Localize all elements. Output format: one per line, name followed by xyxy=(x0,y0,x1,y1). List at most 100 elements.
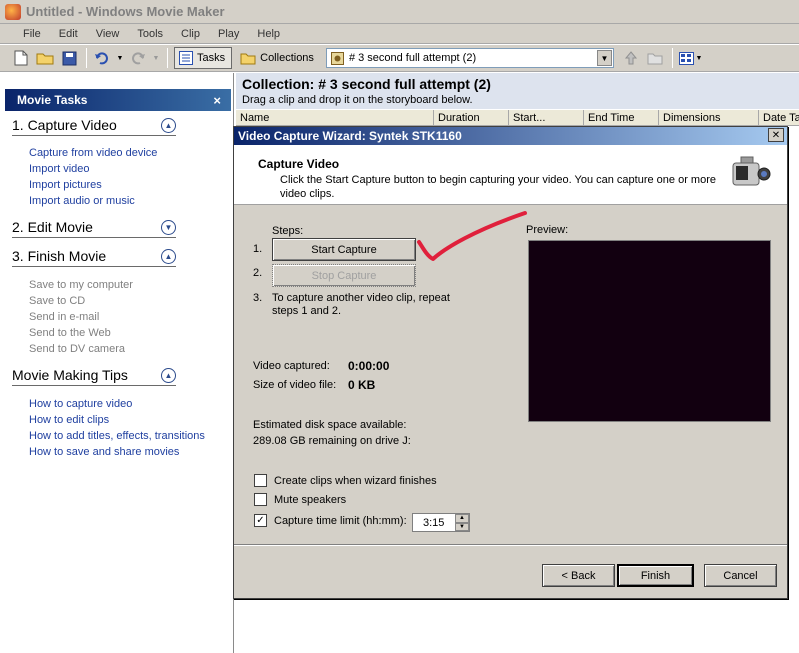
collection-title: Collection: # 3 second full attempt (2) xyxy=(242,76,491,92)
disk-space-value: 289.08 GB remaining on drive J: xyxy=(253,435,411,447)
time-limit-option[interactable]: ✓ Capture time limit (hh:mm): xyxy=(254,514,407,527)
section-title: Movie Making Tips xyxy=(12,367,128,383)
column-header-dimensions[interactable]: Dimensions xyxy=(659,110,759,126)
create-clips-label: Create clips when wizard finishes xyxy=(274,474,437,487)
collection-header: Collection: # 3 second full attempt (2) … xyxy=(236,73,799,109)
start-capture-button[interactable]: Start Capture xyxy=(272,238,416,261)
link-save-to-cd[interactable]: Save to CD xyxy=(29,293,133,309)
cancel-button[interactable]: Cancel xyxy=(704,564,777,587)
link-import-video[interactable]: Import video xyxy=(29,161,157,177)
link-save-to-computer[interactable]: Save to my computer xyxy=(29,277,133,293)
views-grid-icon xyxy=(679,51,695,65)
back-button[interactable]: < Back xyxy=(542,564,615,587)
wizard-footer-separator xyxy=(234,544,787,546)
capture-video-links: Capture from video device Import video I… xyxy=(29,145,157,209)
menu-play[interactable]: Play xyxy=(209,28,248,40)
undo-dropdown[interactable]: ▼ xyxy=(115,47,125,69)
finish-button[interactable]: Finish xyxy=(617,564,694,587)
collapse-chevron-icon[interactable]: ▲ xyxy=(161,117,176,133)
stepper-down-icon[interactable]: ▼ xyxy=(455,522,469,531)
step3-instruction: To capture another video clip, repeat st… xyxy=(272,292,450,317)
video-camera-icon xyxy=(732,156,771,186)
stepper-up-icon[interactable]: ▲ xyxy=(455,514,469,523)
section-title: 1. Capture Video xyxy=(12,117,117,133)
menu-edit[interactable]: Edit xyxy=(50,28,87,40)
expand-chevron-icon[interactable]: ▼ xyxy=(161,219,176,235)
save-disk-icon xyxy=(62,51,76,65)
menu-file[interactable]: File xyxy=(14,28,50,40)
column-header-duration[interactable]: Duration xyxy=(434,110,509,126)
link-how-edit[interactable]: How to edit clips xyxy=(29,412,205,428)
menu-clip[interactable]: Clip xyxy=(172,28,209,40)
views-button[interactable]: ▼ xyxy=(677,47,705,69)
section-edit-movie[interactable]: 2. Edit Movie ▼ xyxy=(12,219,176,238)
redo-dropdown[interactable]: ▼ xyxy=(151,47,161,69)
steps-label: Steps: xyxy=(272,225,304,237)
undo-button[interactable] xyxy=(91,47,113,69)
collection-select[interactable]: # 3 second full attempt (2) ▼ xyxy=(325,48,614,68)
new-project-button[interactable] xyxy=(10,47,32,69)
step-number-1: 1. xyxy=(253,243,263,255)
menu-tools[interactable]: Tools xyxy=(128,28,172,40)
link-how-capture[interactable]: How to capture video xyxy=(29,396,205,412)
stop-capture-button[interactable]: Stop Capture xyxy=(272,264,416,287)
column-header-name[interactable]: Name xyxy=(236,110,434,126)
link-send-email[interactable]: Send in e-mail xyxy=(29,309,133,325)
mute-speakers-checkbox[interactable] xyxy=(254,493,267,506)
tips-links: How to capture video How to edit clips H… xyxy=(29,396,205,460)
column-header-start[interactable]: Start... xyxy=(509,110,584,126)
step-number-2: 2. xyxy=(253,267,263,279)
movie-tasks-pane: Movie Tasks × 1. Capture Video ▲ Capture… xyxy=(0,73,234,653)
preview-label: Preview: xyxy=(526,224,569,236)
toolbar-separator xyxy=(86,48,87,68)
file-size-label: Size of video file: xyxy=(253,379,337,391)
tasks-label: Tasks xyxy=(197,52,226,64)
save-project-button[interactable] xyxy=(58,47,80,69)
link-how-titles[interactable]: How to add titles, effects, transitions xyxy=(29,428,205,444)
toolbar-separator xyxy=(167,48,168,68)
create-clips-option[interactable]: Create clips when wizard finishes xyxy=(254,474,437,487)
up-folder-icon xyxy=(624,51,638,65)
column-header-end-time[interactable]: End Time xyxy=(584,110,659,126)
redo-arrow-icon xyxy=(132,52,145,65)
redo-button[interactable] xyxy=(127,47,149,69)
section-capture-video[interactable]: 1. Capture Video ▲ xyxy=(12,117,176,136)
collection-dropdown-arrow[interactable]: ▼ xyxy=(596,50,612,66)
menu-help[interactable]: Help xyxy=(248,28,289,40)
time-limit-stepper[interactable]: 3:15 ▲ ▼ xyxy=(412,513,470,532)
link-import-audio[interactable]: Import audio or music xyxy=(29,193,157,209)
video-capture-wizard-dialog: Video Capture Wizard: Syntek STK1160 ✕ C… xyxy=(233,126,788,599)
window-title-bar: Untitled - Windows Movie Maker xyxy=(0,0,799,24)
tasks-list-icon xyxy=(179,51,193,65)
mute-speakers-label: Mute speakers xyxy=(274,493,347,506)
collapse-chevron-icon[interactable]: ▲ xyxy=(161,367,176,383)
open-project-button[interactable] xyxy=(34,47,56,69)
create-clips-checkbox[interactable] xyxy=(254,474,267,487)
step-number-3: 3. xyxy=(253,292,263,304)
link-send-web[interactable]: Send to the Web xyxy=(29,325,133,341)
collections-button[interactable]: Collections xyxy=(236,47,320,69)
mute-speakers-option[interactable]: Mute speakers xyxy=(254,493,346,506)
toolbar: ▼ ▼ Tasks Collections # 3 second full at… xyxy=(0,45,799,72)
collapse-chevron-icon[interactable]: ▲ xyxy=(161,248,176,264)
menu-view[interactable]: View xyxy=(87,28,129,40)
section-title: 2. Edit Movie xyxy=(12,219,93,235)
disk-space-info: Estimated disk space available: 289.08 G… xyxy=(253,417,411,449)
column-header-date[interactable]: Date Ta xyxy=(759,110,799,126)
link-capture-from-device[interactable]: Capture from video device xyxy=(29,145,157,161)
link-how-save[interactable]: How to save and share movies xyxy=(29,444,205,460)
new-folder-icon xyxy=(647,53,663,65)
link-import-pictures[interactable]: Import pictures xyxy=(29,177,157,193)
up-level-button[interactable] xyxy=(620,47,642,69)
time-limit-checkbox[interactable]: ✓ xyxy=(254,514,267,527)
close-icon[interactable]: × xyxy=(213,93,221,108)
new-collection-button[interactable] xyxy=(644,47,666,69)
close-icon[interactable]: ✕ xyxy=(768,128,784,142)
section-finish-movie[interactable]: 3. Finish Movie ▲ xyxy=(12,248,176,267)
section-movie-making-tips[interactable]: Movie Making Tips ▲ xyxy=(12,367,176,386)
section-title: 3. Finish Movie xyxy=(12,248,107,264)
tasks-button[interactable]: Tasks xyxy=(174,47,233,69)
link-send-dv-camera[interactable]: Send to DV camera xyxy=(29,341,133,357)
new-document-icon xyxy=(14,50,28,66)
video-captured-label: Video captured: xyxy=(253,360,330,372)
